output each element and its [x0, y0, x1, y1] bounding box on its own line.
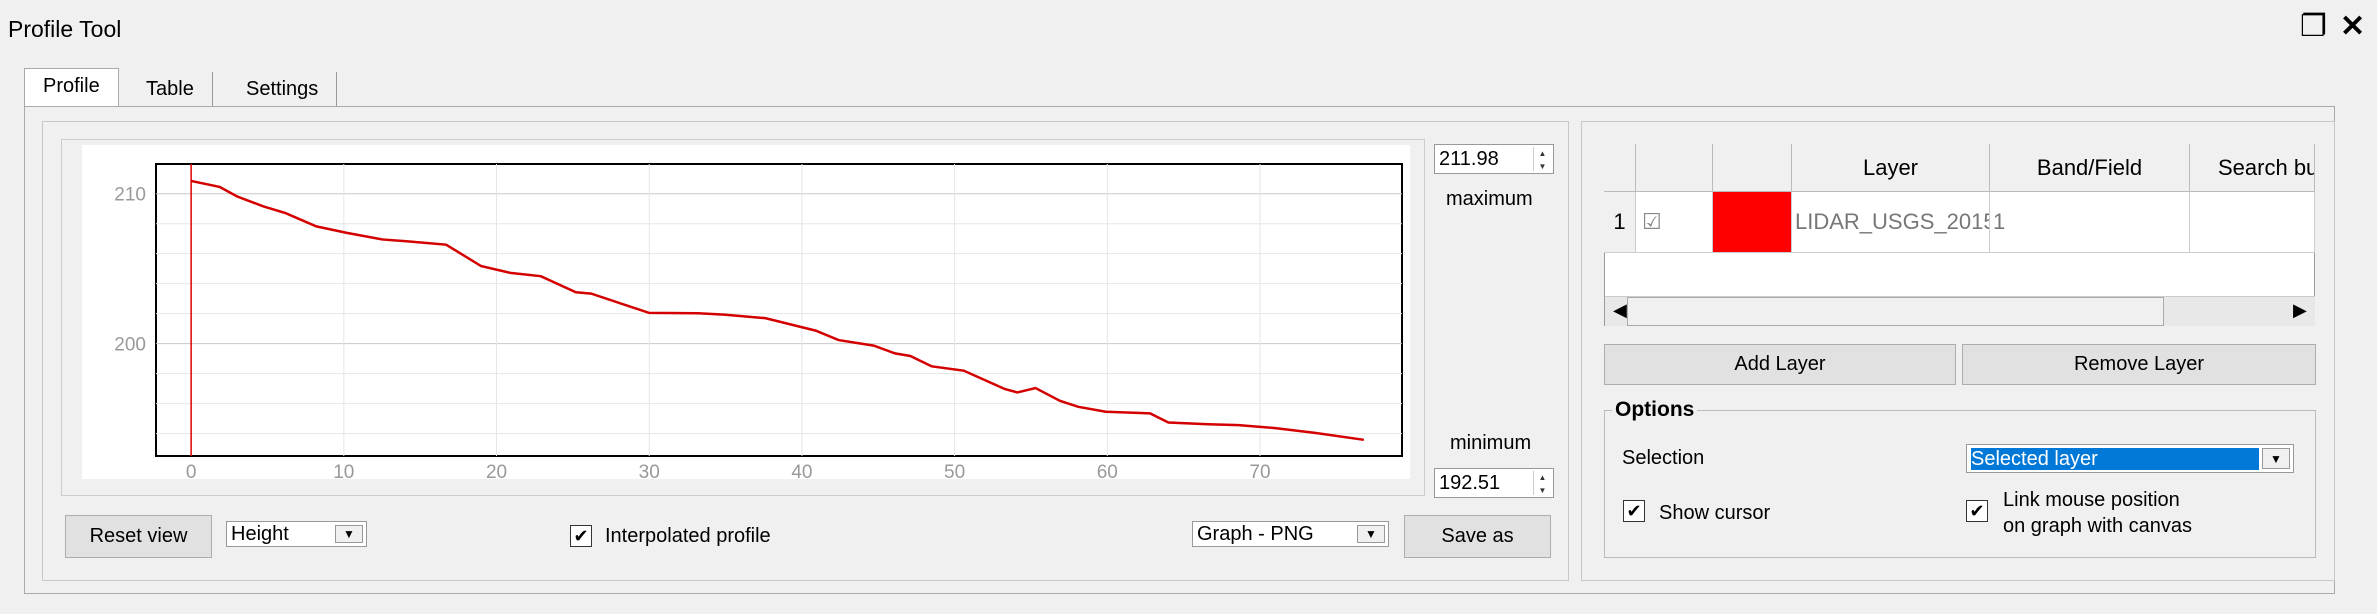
- layer-name[interactable]: LIDAR_USGS_2015: [1792, 192, 1990, 253]
- header-band[interactable]: Band/Field: [1990, 144, 2190, 192]
- horizontal-scrollbar[interactable]: ◀ ▶: [1605, 296, 2315, 326]
- x-tick-label: 70: [1249, 462, 1270, 479]
- options-group: [1604, 410, 2316, 558]
- show-cursor-checkbox[interactable]: ✔: [1623, 500, 1645, 522]
- interpolated-checkbox[interactable]: ✔: [570, 525, 592, 547]
- x-tick-label: 60: [1097, 462, 1118, 479]
- window-title: Profile Tool: [8, 16, 122, 42]
- header-search[interactable]: Search bu: [2190, 144, 2315, 192]
- remove-layer-button[interactable]: Remove Layer: [1962, 344, 2316, 385]
- interpolated-label: Interpolated profile: [605, 525, 771, 547]
- x-tick-label: 10: [333, 462, 354, 479]
- search-buffer[interactable]: [2190, 192, 2315, 253]
- x-tick-label: 50: [944, 462, 965, 479]
- spin-arrows-icon[interactable]: ▲ ▼: [1533, 147, 1551, 171]
- export-format-combo[interactable]: Graph - PNG ▼: [1192, 521, 1389, 547]
- minimum-spinbox[interactable]: 192.51 ▲ ▼: [1434, 468, 1554, 498]
- tab-profile[interactable]: Profile: [24, 68, 119, 108]
- header-visible[interactable]: [1636, 144, 1713, 192]
- plot-type-value: Height: [231, 522, 289, 545]
- scroll-left-icon[interactable]: ◀: [1613, 300, 1627, 321]
- scrollbar-thumb[interactable]: [1627, 297, 2164, 326]
- scroll-right-icon[interactable]: ▶: [2293, 300, 2307, 321]
- minimum-value: 192.51: [1439, 471, 1501, 494]
- link-mouse-checkbox[interactable]: ✔: [1966, 500, 1988, 522]
- visible-checkbox[interactable]: ☑: [1636, 192, 1713, 253]
- selection-label: Selection: [1622, 447, 1705, 469]
- reset-view-button[interactable]: Reset view: [65, 515, 212, 558]
- x-tick-label: 20: [486, 462, 507, 479]
- x-tick-label: 0: [186, 462, 197, 479]
- header-layer[interactable]: Layer: [1792, 144, 1990, 192]
- export-format-value: Graph - PNG: [1197, 522, 1314, 545]
- y-tick-label: 200: [114, 335, 146, 356]
- save-as-button[interactable]: Save as: [1404, 515, 1551, 558]
- close-icon[interactable]: ✕: [2340, 10, 2365, 44]
- x-tick-label: 40: [791, 462, 812, 479]
- x-tick-label: 30: [639, 462, 660, 479]
- maximum-label: maximum: [1446, 188, 1533, 210]
- link-mouse-label-line1: Link mouse position: [2003, 489, 2180, 511]
- link-mouse-label-line2: on graph with canvas: [2003, 515, 2193, 537]
- header-color[interactable]: [1713, 144, 1792, 192]
- profile-chart[interactable]: 0 10 20 30 40 50 60 70 200 210: [82, 145, 1410, 479]
- maximum-value: 211.98: [1439, 147, 1499, 170]
- band-field[interactable]: 1: [1990, 192, 2190, 253]
- restore-icon[interactable]: ❐: [2300, 10, 2327, 44]
- header-rownum: [1604, 144, 1636, 192]
- chevron-down-icon: ▼: [2262, 448, 2290, 469]
- tab-table[interactable]: Table: [128, 72, 213, 108]
- chevron-down-icon: ▼: [335, 525, 363, 543]
- add-layer-button[interactable]: Add Layer: [1604, 344, 1956, 385]
- show-cursor-label: Show cursor: [1659, 502, 1771, 524]
- selection-value: Selected layer: [1971, 447, 2259, 470]
- chevron-down-icon: ▼: [1357, 525, 1385, 543]
- tab-settings[interactable]: Settings: [228, 72, 338, 108]
- row-number: 1: [1604, 192, 1636, 253]
- spin-arrows-icon[interactable]: ▲ ▼: [1533, 471, 1551, 495]
- plot-axes-box: [155, 163, 1403, 457]
- selection-combo[interactable]: Selected layer ▼: [1966, 444, 2294, 473]
- maximum-spinbox[interactable]: 211.98 ▲ ▼: [1434, 144, 1554, 174]
- minimum-label: minimum: [1450, 432, 1532, 454]
- options-title: Options: [1612, 398, 1698, 422]
- plot-type-combo[interactable]: Height ▼: [226, 521, 367, 547]
- check-icon: ☑: [1642, 209, 1662, 234]
- layer-color-swatch[interactable]: [1713, 192, 1792, 253]
- y-tick-label: 210: [114, 185, 146, 206]
